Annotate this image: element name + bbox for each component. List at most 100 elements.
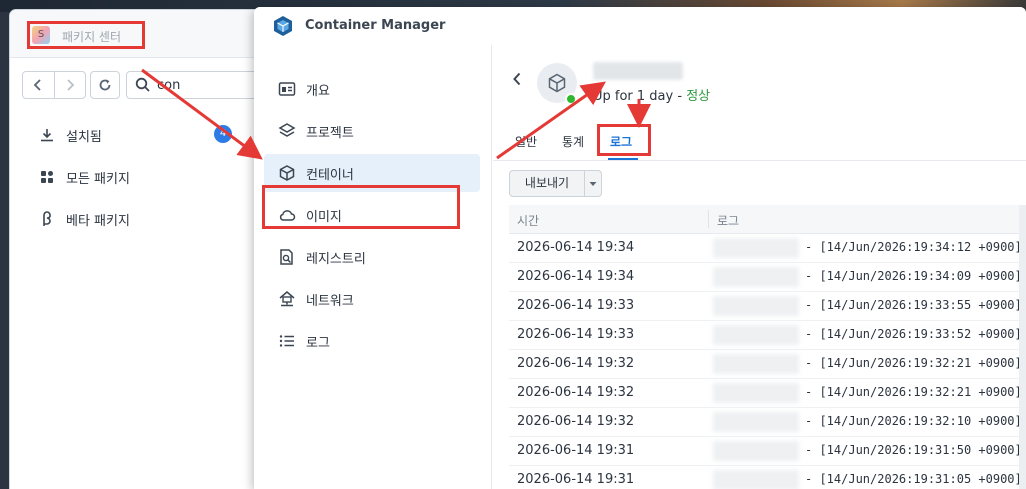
network-icon bbox=[278, 290, 296, 308]
log-message: - [14/Jun/2026:19:33:52 +0900] bbox=[805, 327, 1022, 341]
active-tab-indicator bbox=[608, 158, 638, 160]
export-split-button: 내보내기 bbox=[509, 170, 602, 197]
log-time: 2026-06-14 19:32 bbox=[517, 385, 635, 400]
log-source-redacted bbox=[713, 412, 799, 432]
container-name-redacted bbox=[593, 62, 683, 80]
container-uptime: Up for 1 day - 정상 bbox=[593, 85, 710, 104]
tab-general[interactable]: 일반 bbox=[515, 129, 537, 161]
detail-tabs: 일반 통계 로그 bbox=[493, 129, 1026, 161]
registry-search-icon bbox=[278, 248, 296, 266]
sidebar-item-label: 레지스트리 bbox=[306, 251, 366, 267]
log-source-redacted bbox=[713, 441, 799, 461]
log-time: 2026-06-14 19:32 bbox=[517, 356, 635, 371]
table-row[interactable]: 2026-06-14 19:33 - [14/Jun/2026:19:33:55… bbox=[509, 292, 1026, 321]
log-time: 2026-06-14 19:34 bbox=[517, 240, 635, 255]
log-time: 2026-06-14 19:32 bbox=[517, 414, 635, 429]
table-row[interactable]: 2026-06-14 19:34 - [14/Jun/2026:19:34:09… bbox=[509, 263, 1026, 292]
search-icon bbox=[135, 77, 151, 93]
history-nav bbox=[22, 71, 86, 99]
log-message: - [14/Jun/2026:19:31:50 +0900] bbox=[805, 443, 1022, 457]
pkg-nav-label: 모든 패키지 bbox=[66, 171, 130, 187]
cube-icon bbox=[548, 73, 566, 93]
log-time: 2026-06-14 19:31 bbox=[517, 443, 635, 458]
back-button[interactable] bbox=[23, 72, 54, 98]
sidebar-item-overview[interactable]: 개요 bbox=[264, 70, 480, 108]
chevron-left-icon bbox=[513, 72, 521, 86]
forward-button[interactable] bbox=[53, 72, 85, 98]
log-source-redacted bbox=[713, 238, 799, 258]
container-detail-panel: Up for 1 day - 정상 일반 통계 로그 내보내기 시간 로그 20… bbox=[493, 45, 1026, 489]
running-status-dot bbox=[565, 93, 577, 105]
log-source-redacted bbox=[713, 267, 799, 287]
refresh-icon bbox=[99, 79, 111, 91]
log-source-redacted bbox=[713, 470, 799, 489]
layers-icon bbox=[278, 122, 296, 140]
column-header-log[interactable]: 로그 bbox=[717, 212, 739, 229]
log-time: 2026-06-14 19:33 bbox=[517, 298, 635, 313]
table-row[interactable]: 2026-06-14 19:31 - [14/Jun/2026:19:31:50… bbox=[509, 437, 1026, 466]
column-divider bbox=[708, 210, 709, 228]
log-message: - [14/Jun/2026:19:33:55 +0900] bbox=[805, 298, 1022, 312]
log-time: 2026-06-14 19:33 bbox=[517, 327, 635, 342]
table-row[interactable]: 2026-06-14 19:34 - [14/Jun/2026:19:34:12… bbox=[509, 234, 1026, 263]
column-header-time[interactable]: 시간 bbox=[517, 212, 539, 229]
log-source-redacted bbox=[713, 325, 799, 345]
refresh-button[interactable] bbox=[90, 71, 120, 99]
sidebar-item-registry[interactable]: 레지스트리 bbox=[264, 238, 480, 276]
log-source-redacted bbox=[713, 354, 799, 374]
overview-icon bbox=[278, 80, 296, 98]
container-manager-window: Container Manager 개요 프로젝트 컨테이너 이미지 레지스트리… bbox=[254, 7, 1026, 489]
sidebar-item-label: 컨테이너 bbox=[306, 167, 354, 183]
log-message: - [14/Jun/2026:19:31:05 +0900] bbox=[805, 472, 1022, 486]
list-icon bbox=[278, 332, 296, 350]
sidebar-item-network[interactable]: 네트워크 bbox=[264, 280, 480, 318]
container-manager-title: Container Manager bbox=[305, 18, 446, 33]
tab-statistics[interactable]: 통계 bbox=[562, 129, 584, 161]
sidebar-item-label: 프로젝트 bbox=[306, 125, 354, 141]
container-manager-sidebar: 개요 프로젝트 컨테이너 이미지 레지스트리 네트워크 로그 bbox=[254, 45, 492, 489]
sidebar-item-label: 개요 bbox=[306, 83, 330, 99]
table-row[interactable]: 2026-06-14 19:32 - [14/Jun/2026:19:32:10… bbox=[509, 408, 1026, 437]
chevron-right-icon bbox=[67, 79, 75, 91]
export-button[interactable]: 내보내기 bbox=[510, 171, 584, 196]
table-row[interactable]: 2026-06-14 19:33 - [14/Jun/2026:19:33:52… bbox=[509, 321, 1026, 350]
installed-count-badge: 4 bbox=[214, 125, 232, 143]
container-manager-app-icon bbox=[272, 15, 294, 37]
chevron-left-icon bbox=[34, 79, 42, 91]
log-table-header: 시간 로그 bbox=[509, 205, 1026, 234]
download-icon bbox=[38, 126, 56, 144]
back-button[interactable] bbox=[511, 71, 527, 91]
uptime-text: Up for 1 day bbox=[593, 89, 674, 104]
grid-icon bbox=[38, 168, 56, 186]
sidebar-item-log[interactable]: 로그 bbox=[264, 322, 480, 360]
export-dropdown-toggle[interactable] bbox=[584, 171, 601, 196]
log-source-redacted bbox=[713, 383, 799, 403]
sidebar-item-label: 네트워크 bbox=[306, 293, 354, 309]
log-message: - [14/Jun/2026:19:32:21 +0900] bbox=[805, 356, 1022, 370]
annotation-box-log-tab bbox=[597, 124, 651, 156]
beta-icon bbox=[38, 210, 56, 228]
status-text: 정상 bbox=[686, 89, 711, 104]
table-row[interactable]: 2026-06-14 19:32 - [14/Jun/2026:19:32:21… bbox=[509, 350, 1026, 379]
cube-icon bbox=[278, 164, 296, 182]
annotation-box-container bbox=[262, 185, 460, 229]
pkg-nav-label: 설치됨 bbox=[66, 129, 102, 145]
log-message: - [14/Jun/2026:19:34:09 +0900] bbox=[805, 269, 1022, 283]
log-time: 2026-06-14 19:31 bbox=[517, 472, 635, 487]
caret-down-icon bbox=[589, 181, 597, 186]
log-table: 시간 로그 2026-06-14 19:34 - [14/Jun/2026:19… bbox=[509, 205, 1026, 489]
log-message: - [14/Jun/2026:19:34:12 +0900] bbox=[805, 240, 1022, 254]
container-manager-titlebar: Container Manager bbox=[254, 7, 1026, 45]
uptime-separator: - bbox=[673, 89, 687, 104]
table-row[interactable]: 2026-06-14 19:32 - [14/Jun/2026:19:32:21… bbox=[509, 379, 1026, 408]
sidebar-item-label: 로그 bbox=[306, 335, 330, 351]
log-message: - [14/Jun/2026:19:32:10 +0900] bbox=[805, 414, 1022, 428]
log-message: - [14/Jun/2026:19:32:21 +0900] bbox=[805, 385, 1022, 399]
log-source-redacted bbox=[713, 296, 799, 316]
log-time: 2026-06-14 19:34 bbox=[517, 269, 635, 284]
sidebar-item-project[interactable]: 프로젝트 bbox=[264, 112, 480, 150]
log-scrollbar[interactable] bbox=[1019, 205, 1026, 489]
pkg-nav-label: 베타 패키지 bbox=[66, 213, 130, 229]
table-row[interactable]: 2026-06-14 19:31 - [14/Jun/2026:19:31:05… bbox=[509, 466, 1026, 489]
annotation-box-package-center bbox=[27, 21, 145, 49]
